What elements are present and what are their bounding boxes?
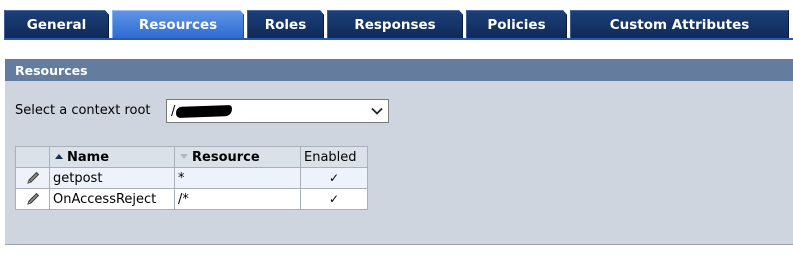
enabled-column-header: Enabled [300, 146, 368, 168]
name-header-label: Name [67, 149, 110, 165]
table-header-row: Name Resource Enabled [15, 146, 368, 168]
tab-bar: General Resources Roles Responses Polici… [0, 0, 793, 40]
checkmark-icon: ✓ [328, 191, 340, 206]
name-column-header[interactable]: Name [49, 146, 175, 168]
sort-descending-icon [180, 153, 188, 159]
panel-title: Resources [5, 59, 793, 81]
tab-responses[interactable]: Responses [327, 10, 465, 38]
context-root-label: Select a context root [15, 103, 151, 118]
edit-cell [15, 188, 50, 210]
context-root-select[interactable]: / [166, 99, 389, 123]
table-row[interactable]: getpost * ✓ [15, 167, 368, 189]
tab-label: Custom Attributes [609, 16, 750, 33]
tab-label: Roles [264, 16, 307, 33]
sort-ascending-icon [55, 153, 63, 159]
checkmark-icon: ✓ [328, 170, 340, 185]
row-name: getpost [49, 167, 175, 189]
edit-cell [15, 167, 50, 189]
row-resource: * [174, 167, 301, 189]
row-enabled: ✓ [300, 188, 368, 210]
tab-roles[interactable]: Roles [247, 10, 326, 38]
chevron-down-icon[interactable] [370, 104, 384, 118]
redaction-mark [176, 104, 233, 118]
context-root-value: / [171, 103, 176, 119]
table-row[interactable]: OnAccessReject /* ✓ [15, 188, 368, 210]
tab-label: Responses [354, 16, 436, 33]
row-resource: /* [174, 188, 301, 210]
resources-panel: Resources Select a context root / Name R… [5, 59, 793, 245]
row-name: OnAccessReject [49, 188, 175, 210]
pencil-icon[interactable] [25, 170, 41, 186]
resource-header-label: Resource [192, 149, 260, 165]
tab-label: General [26, 16, 87, 33]
tab-policies[interactable]: Policies [466, 10, 569, 38]
resources-table: Name Resource Enabled getpost * ✓ OnAcce… [15, 146, 368, 210]
edit-column-header [15, 146, 50, 168]
tab-resources[interactable]: Resources [112, 10, 246, 38]
tab-label: Resources [138, 16, 218, 33]
resource-column-header[interactable]: Resource [174, 146, 301, 168]
pencil-icon[interactable] [25, 191, 41, 207]
tab-custom-attributes[interactable]: Custom Attributes [570, 10, 789, 38]
tab-baseline [4, 38, 793, 40]
tab-label: Policies [487, 16, 546, 33]
tab-general[interactable]: General [4, 10, 111, 38]
row-enabled: ✓ [300, 167, 368, 189]
